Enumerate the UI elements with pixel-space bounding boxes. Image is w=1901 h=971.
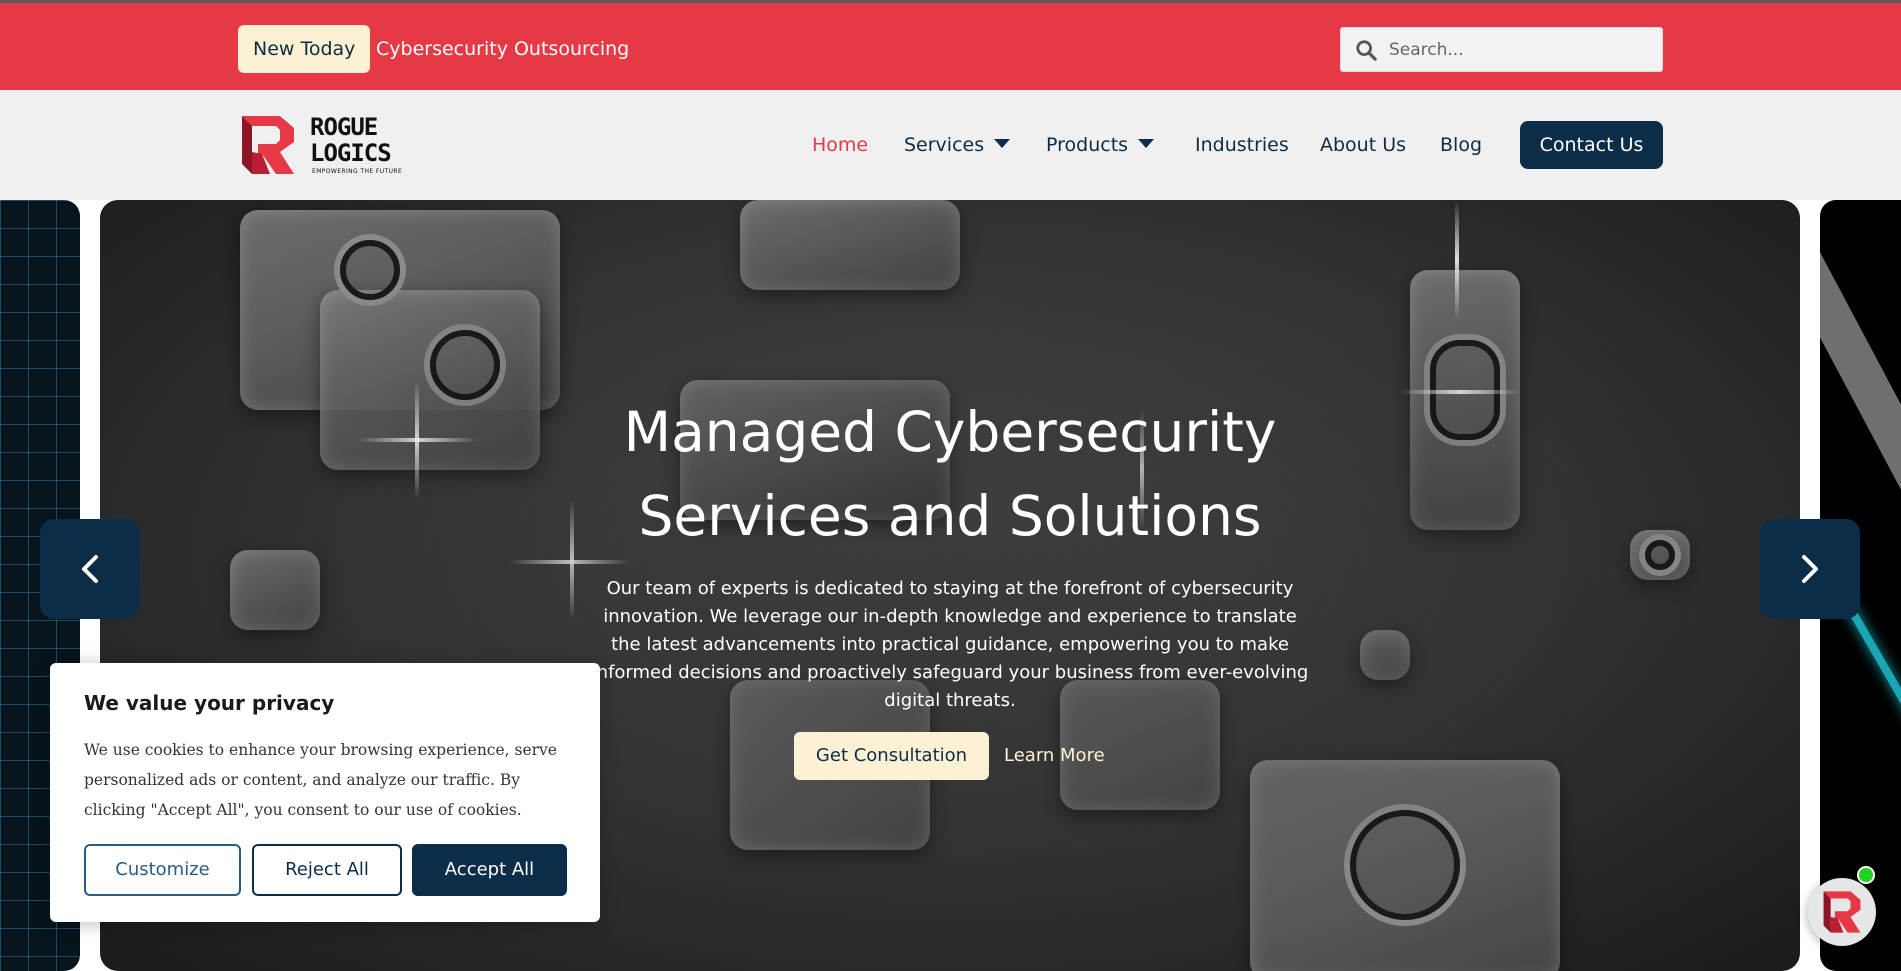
slider-prev-button[interactable] — [40, 519, 140, 619]
chevron-left-icon — [82, 555, 98, 583]
search-input[interactable] — [1389, 28, 1649, 71]
nav-blog-label: Blog — [1440, 134, 1482, 156]
hero-title: Managed Cybersecurity Services and Solut… — [600, 390, 1300, 558]
logo-tagline: EMPOWERING THE FUTURE — [312, 168, 403, 175]
cookie-consent-dialog: We value your privacy We use cookies to … — [50, 663, 600, 922]
online-status-indicator — [1857, 866, 1875, 884]
nav-home[interactable]: Home — [812, 90, 868, 200]
search-icon[interactable] — [1355, 39, 1377, 61]
decor-stripe — [1820, 200, 1901, 565]
hero-title-line-2: Services and Solutions — [638, 484, 1262, 548]
slider-next-button[interactable] — [1760, 519, 1860, 619]
logo-line-1: ROGUE — [310, 113, 378, 141]
hero-description: Our team of experts is dedicated to stay… — [591, 578, 1309, 711]
nav-home-label: Home — [812, 134, 869, 156]
announcement-link[interactable]: Cybersecurity Outsourcing — [376, 25, 629, 73]
contact-us-button[interactable]: Contact Us — [1520, 121, 1663, 169]
main-navbar: ROGUE LOGICS EMPOWERING THE FUTURE Home … — [0, 90, 1901, 200]
chat-icon — [1823, 891, 1861, 933]
logo-wordmark: ROGUE LOGICS — [310, 113, 392, 167]
nav-about-label: About Us — [1320, 134, 1407, 156]
hero-title-line-1: Managed Cybersecurity — [623, 400, 1277, 464]
nav-services-label: Services — [904, 134, 985, 156]
customize-button[interactable]: Customize — [84, 844, 241, 896]
site-logo[interactable]: ROGUE LOGICS EMPOWERING THE FUTURE — [240, 112, 403, 178]
nav-products[interactable]: Products — [1046, 90, 1155, 200]
nav-services[interactable]: Services — [904, 90, 1011, 200]
reject-all-button[interactable]: Reject All — [252, 844, 402, 896]
chevron-right-icon — [1802, 555, 1818, 583]
nav-industries[interactable]: Industries — [1195, 90, 1289, 200]
get-consultation-button[interactable]: Get Consultation — [794, 732, 989, 780]
learn-more-link[interactable]: Learn More — [1004, 732, 1105, 780]
accept-all-button[interactable]: Accept All — [412, 844, 567, 896]
caret-down-icon[interactable] — [1138, 139, 1155, 148]
logo-r-icon — [242, 116, 294, 174]
caret-down-icon[interactable] — [994, 139, 1011, 148]
cookie-title: We value your privacy — [84, 691, 335, 715]
nav-blog[interactable]: Blog — [1440, 90, 1482, 200]
search-box[interactable] — [1340, 27, 1663, 72]
nav-industries-label: Industries — [1195, 134, 1289, 156]
chat-widget-button[interactable] — [1808, 878, 1876, 946]
logo-line-2: LOGICS — [310, 139, 392, 167]
nav-products-label: Products — [1046, 134, 1129, 156]
announcement-bar: New Today Cybersecurity Outsourcing — [0, 0, 1901, 90]
nav-about-us[interactable]: About Us — [1320, 90, 1406, 200]
new-today-badge: New Today — [238, 25, 371, 73]
cookie-message: We use cookies to enhance your browsing … — [84, 741, 557, 819]
